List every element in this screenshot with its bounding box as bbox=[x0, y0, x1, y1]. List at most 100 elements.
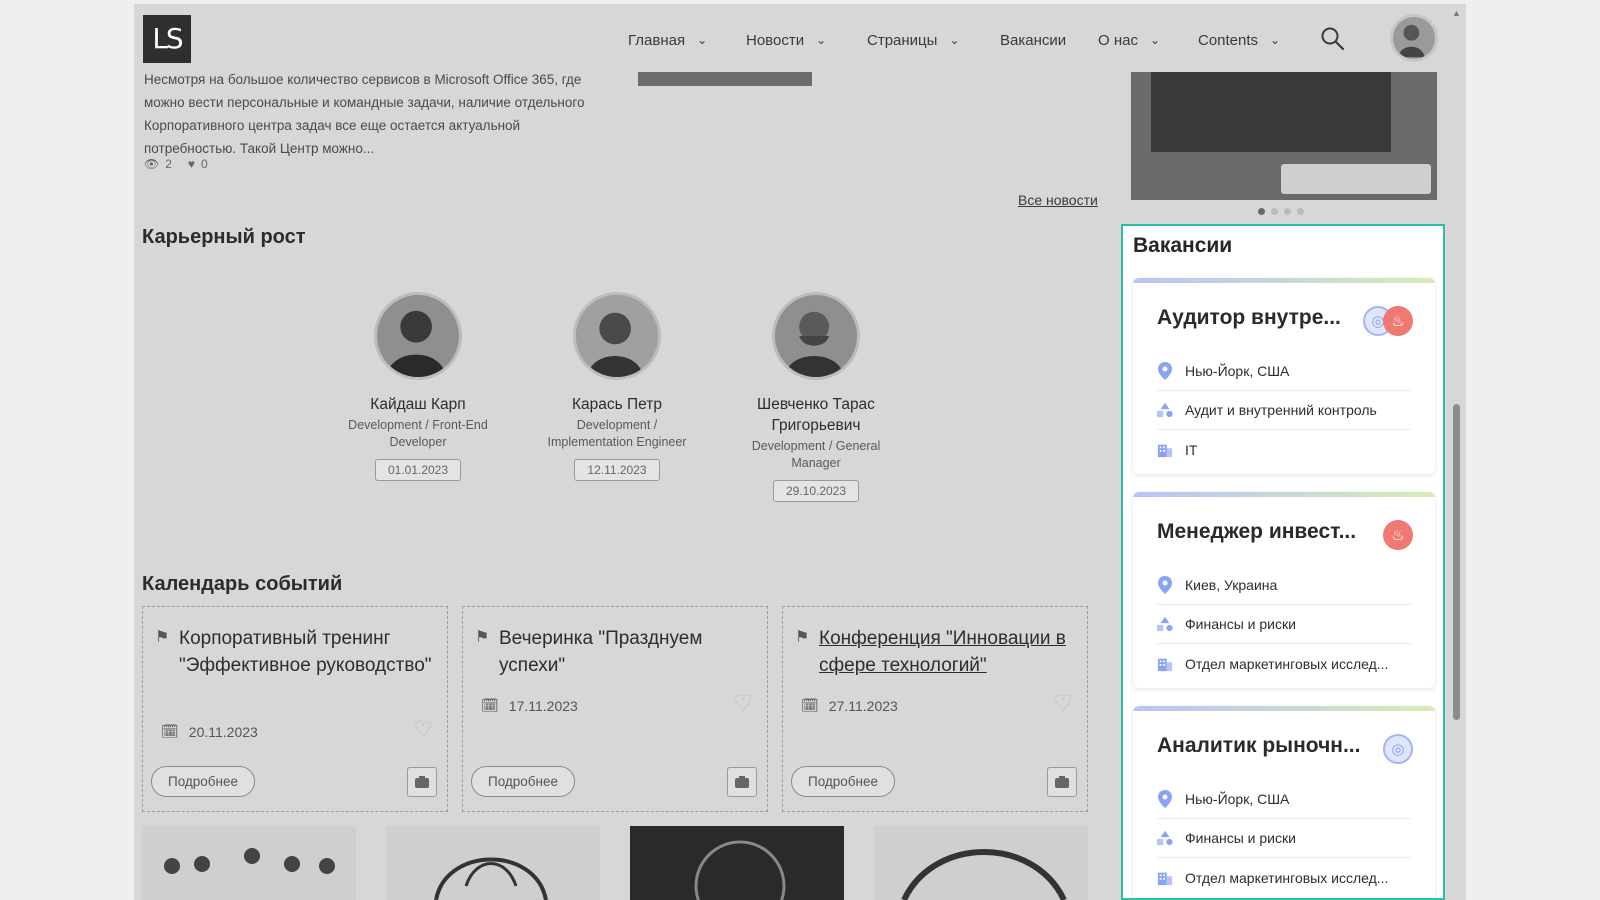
news-excerpt: Несмотря на большое количество сервисов … bbox=[144, 72, 585, 156]
slider-dots[interactable] bbox=[1258, 208, 1304, 215]
vacancy-location: Нью-Йорк, США bbox=[1185, 791, 1290, 807]
event-date-row: 🗓 20.11.2023 bbox=[161, 723, 258, 740]
calendar-icon: 🗓 bbox=[801, 697, 819, 713]
event-date: 27.11.2023 bbox=[828, 697, 898, 714]
chevron-down-icon: ⌄ bbox=[1270, 33, 1281, 47]
event-date: 20.11.2023 bbox=[188, 723, 258, 740]
person-date: 01.01.2023 bbox=[374, 459, 462, 481]
events-section-title: Календарь событий bbox=[142, 573, 343, 595]
nav-label: Вакансии bbox=[1000, 31, 1067, 49]
vacancy-department: Отдел маркетинговых исслед... bbox=[1185, 869, 1389, 886]
share-icon[interactable] bbox=[727, 767, 757, 797]
site-logo[interactable]: LS bbox=[143, 15, 191, 63]
event-date-row: 🗓 27.11.2023 bbox=[801, 697, 898, 714]
event-title-link[interactable]: Конференция "Инновации в сфере технологи… bbox=[819, 625, 1077, 679]
vacancy-location: Нью-Йорк, США bbox=[1185, 363, 1290, 379]
news-slider-image[interactable] bbox=[1131, 72, 1437, 200]
vacancy-card[interactable]: Аналитик рыночн... ◎ Нью-Йорк, США Финан… bbox=[1133, 706, 1435, 898]
person-role: Development / Implementation Engineer bbox=[547, 418, 687, 449]
vacancy-card[interactable]: Менеджер инвест... ♨ Киев, Украина Финан… bbox=[1133, 492, 1435, 688]
gallery-thumbnail[interactable] bbox=[630, 826, 844, 900]
nav-item-vacancies[interactable]: Вакансии bbox=[1000, 26, 1066, 54]
share-icon[interactable] bbox=[1047, 767, 1077, 797]
nav-item-pages[interactable]: Страницы ⌄ bbox=[867, 26, 960, 54]
calendar-icon: 🗓 bbox=[161, 723, 179, 739]
more-button[interactable]: Подробнее bbox=[791, 766, 896, 797]
all-news-link[interactable]: Все новости bbox=[1018, 192, 1098, 208]
vacancy-category: Финансы и риски bbox=[1185, 616, 1296, 632]
chevron-down-icon: ⌄ bbox=[697, 33, 708, 47]
nav-item-about[interactable]: О нас ⌄ bbox=[1098, 26, 1160, 54]
person-role: Development / General Manager bbox=[751, 439, 881, 470]
event-card[interactable]: ⚑ Корпоративный тренинг "Эффективное рук… bbox=[142, 606, 448, 812]
nav-item-contents[interactable]: Contents ⌄ bbox=[1198, 26, 1280, 54]
search-icon[interactable] bbox=[1320, 26, 1346, 52]
location-pin-icon bbox=[1157, 790, 1173, 808]
category-icon bbox=[1157, 401, 1173, 419]
heart-icon: ♥ bbox=[187, 157, 196, 171]
scrollbar-thumb[interactable] bbox=[1453, 404, 1460, 720]
gallery-thumbnail[interactable] bbox=[386, 826, 600, 900]
vacancy-location-row: Нью-Йорк, США bbox=[1157, 780, 1411, 819]
fire-icon: ♨ bbox=[1383, 306, 1413, 336]
user-avatar[interactable] bbox=[1390, 14, 1438, 62]
nav-item-home[interactable]: Главная ⌄ bbox=[628, 26, 707, 54]
event-card[interactable]: ⚑ Вечеринка "Празднуем успехи" 🗓 17.11.20… bbox=[462, 606, 768, 812]
person-name: Кайдаш Карп bbox=[370, 396, 466, 413]
person-name: Карась Петр bbox=[572, 396, 662, 413]
scrollbar[interactable]: ▲ bbox=[1448, 4, 1466, 900]
event-card[interactable]: ⚑ Конференция "Инновации в сфере техноло… bbox=[782, 606, 1088, 812]
vacancy-title[interactable]: Аудитор внутре... bbox=[1157, 306, 1341, 330]
share-icon[interactable] bbox=[407, 767, 437, 797]
person-photo bbox=[772, 292, 860, 380]
bookmark-icon[interactable]: ⚑ bbox=[475, 627, 489, 647]
person-role: Development / Front-End Developer bbox=[348, 418, 488, 449]
scroll-up-arrow-icon[interactable]: ▲ bbox=[1452, 8, 1461, 18]
gallery-thumbnail[interactable] bbox=[142, 826, 356, 900]
vacancy-title[interactable]: Аналитик рыночн... bbox=[1157, 734, 1360, 758]
building-icon bbox=[1157, 655, 1173, 673]
category-icon bbox=[1157, 615, 1173, 633]
vacancy-department-row: Отдел маркетинговых исслед... bbox=[1157, 644, 1411, 683]
nav-label: Страницы bbox=[867, 31, 938, 49]
nav-item-news[interactable]: Новости ⌄ bbox=[746, 26, 826, 54]
vacancy-category-row: Аудит и внутренний контроль bbox=[1157, 391, 1411, 430]
event-date-row: 🗓 17.11.2023 bbox=[481, 697, 578, 714]
fire-icon: ♨ bbox=[1383, 520, 1413, 550]
event-title[interactable]: Вечеринка "Празднуем успехи" bbox=[499, 625, 757, 679]
vacancy-card[interactable]: Аудитор внутре... ◎ ♨ Нью-Йорк, США Ауди… bbox=[1133, 278, 1435, 474]
vacancy-location-row: Киев, Украина bbox=[1157, 566, 1411, 605]
vacancy-location: Киев, Украина bbox=[1185, 577, 1278, 593]
vacancy-location-row: Нью-Йорк, США bbox=[1157, 352, 1411, 391]
target-icon: ◎ bbox=[1383, 734, 1413, 764]
more-button[interactable]: Подробнее bbox=[151, 766, 256, 797]
news-stats: 👁 2 ♥ 0 bbox=[144, 157, 208, 171]
person-photo bbox=[573, 292, 661, 380]
person-card[interactable]: Карась Петр Development / Implementation… bbox=[537, 292, 697, 481]
bookmark-icon[interactable]: ⚑ bbox=[155, 627, 169, 647]
person-photo bbox=[374, 292, 462, 380]
person-card[interactable]: Шевченко Тарас Григорьевич Development /… bbox=[736, 292, 896, 502]
event-title[interactable]: Корпоративный тренинг "Эффективное руков… bbox=[179, 625, 437, 679]
nav-label: О нас bbox=[1098, 31, 1138, 49]
likes-count: 0 bbox=[201, 157, 208, 171]
person-date: 29.10.2023 bbox=[772, 480, 860, 502]
bookmark-icon[interactable]: ⚑ bbox=[795, 627, 809, 647]
vacancy-category-row: Финансы и риски bbox=[1157, 605, 1411, 644]
building-icon bbox=[1157, 869, 1173, 887]
heart-icon[interactable]: ♡ bbox=[1053, 691, 1073, 717]
news-image bbox=[638, 72, 812, 86]
gallery-thumbnail[interactable] bbox=[874, 826, 1088, 900]
vacancy-department-row: IT bbox=[1157, 430, 1411, 469]
location-pin-icon bbox=[1157, 576, 1173, 594]
nav-label: Новости bbox=[746, 31, 805, 49]
heart-icon[interactable]: ♡ bbox=[733, 691, 753, 717]
vacancy-title[interactable]: Менеджер инвест... bbox=[1157, 520, 1356, 544]
person-card[interactable]: Кайдаш Карп Development / Front-End Deve… bbox=[338, 292, 498, 481]
chevron-down-icon: ⌄ bbox=[816, 33, 827, 47]
category-icon bbox=[1157, 829, 1173, 847]
eye-icon: 👁 bbox=[144, 157, 160, 171]
vacancy-category: Аудит и внутренний контроль bbox=[1185, 402, 1377, 418]
heart-icon[interactable]: ♡ bbox=[413, 717, 433, 743]
more-button[interactable]: Подробнее bbox=[471, 766, 576, 797]
